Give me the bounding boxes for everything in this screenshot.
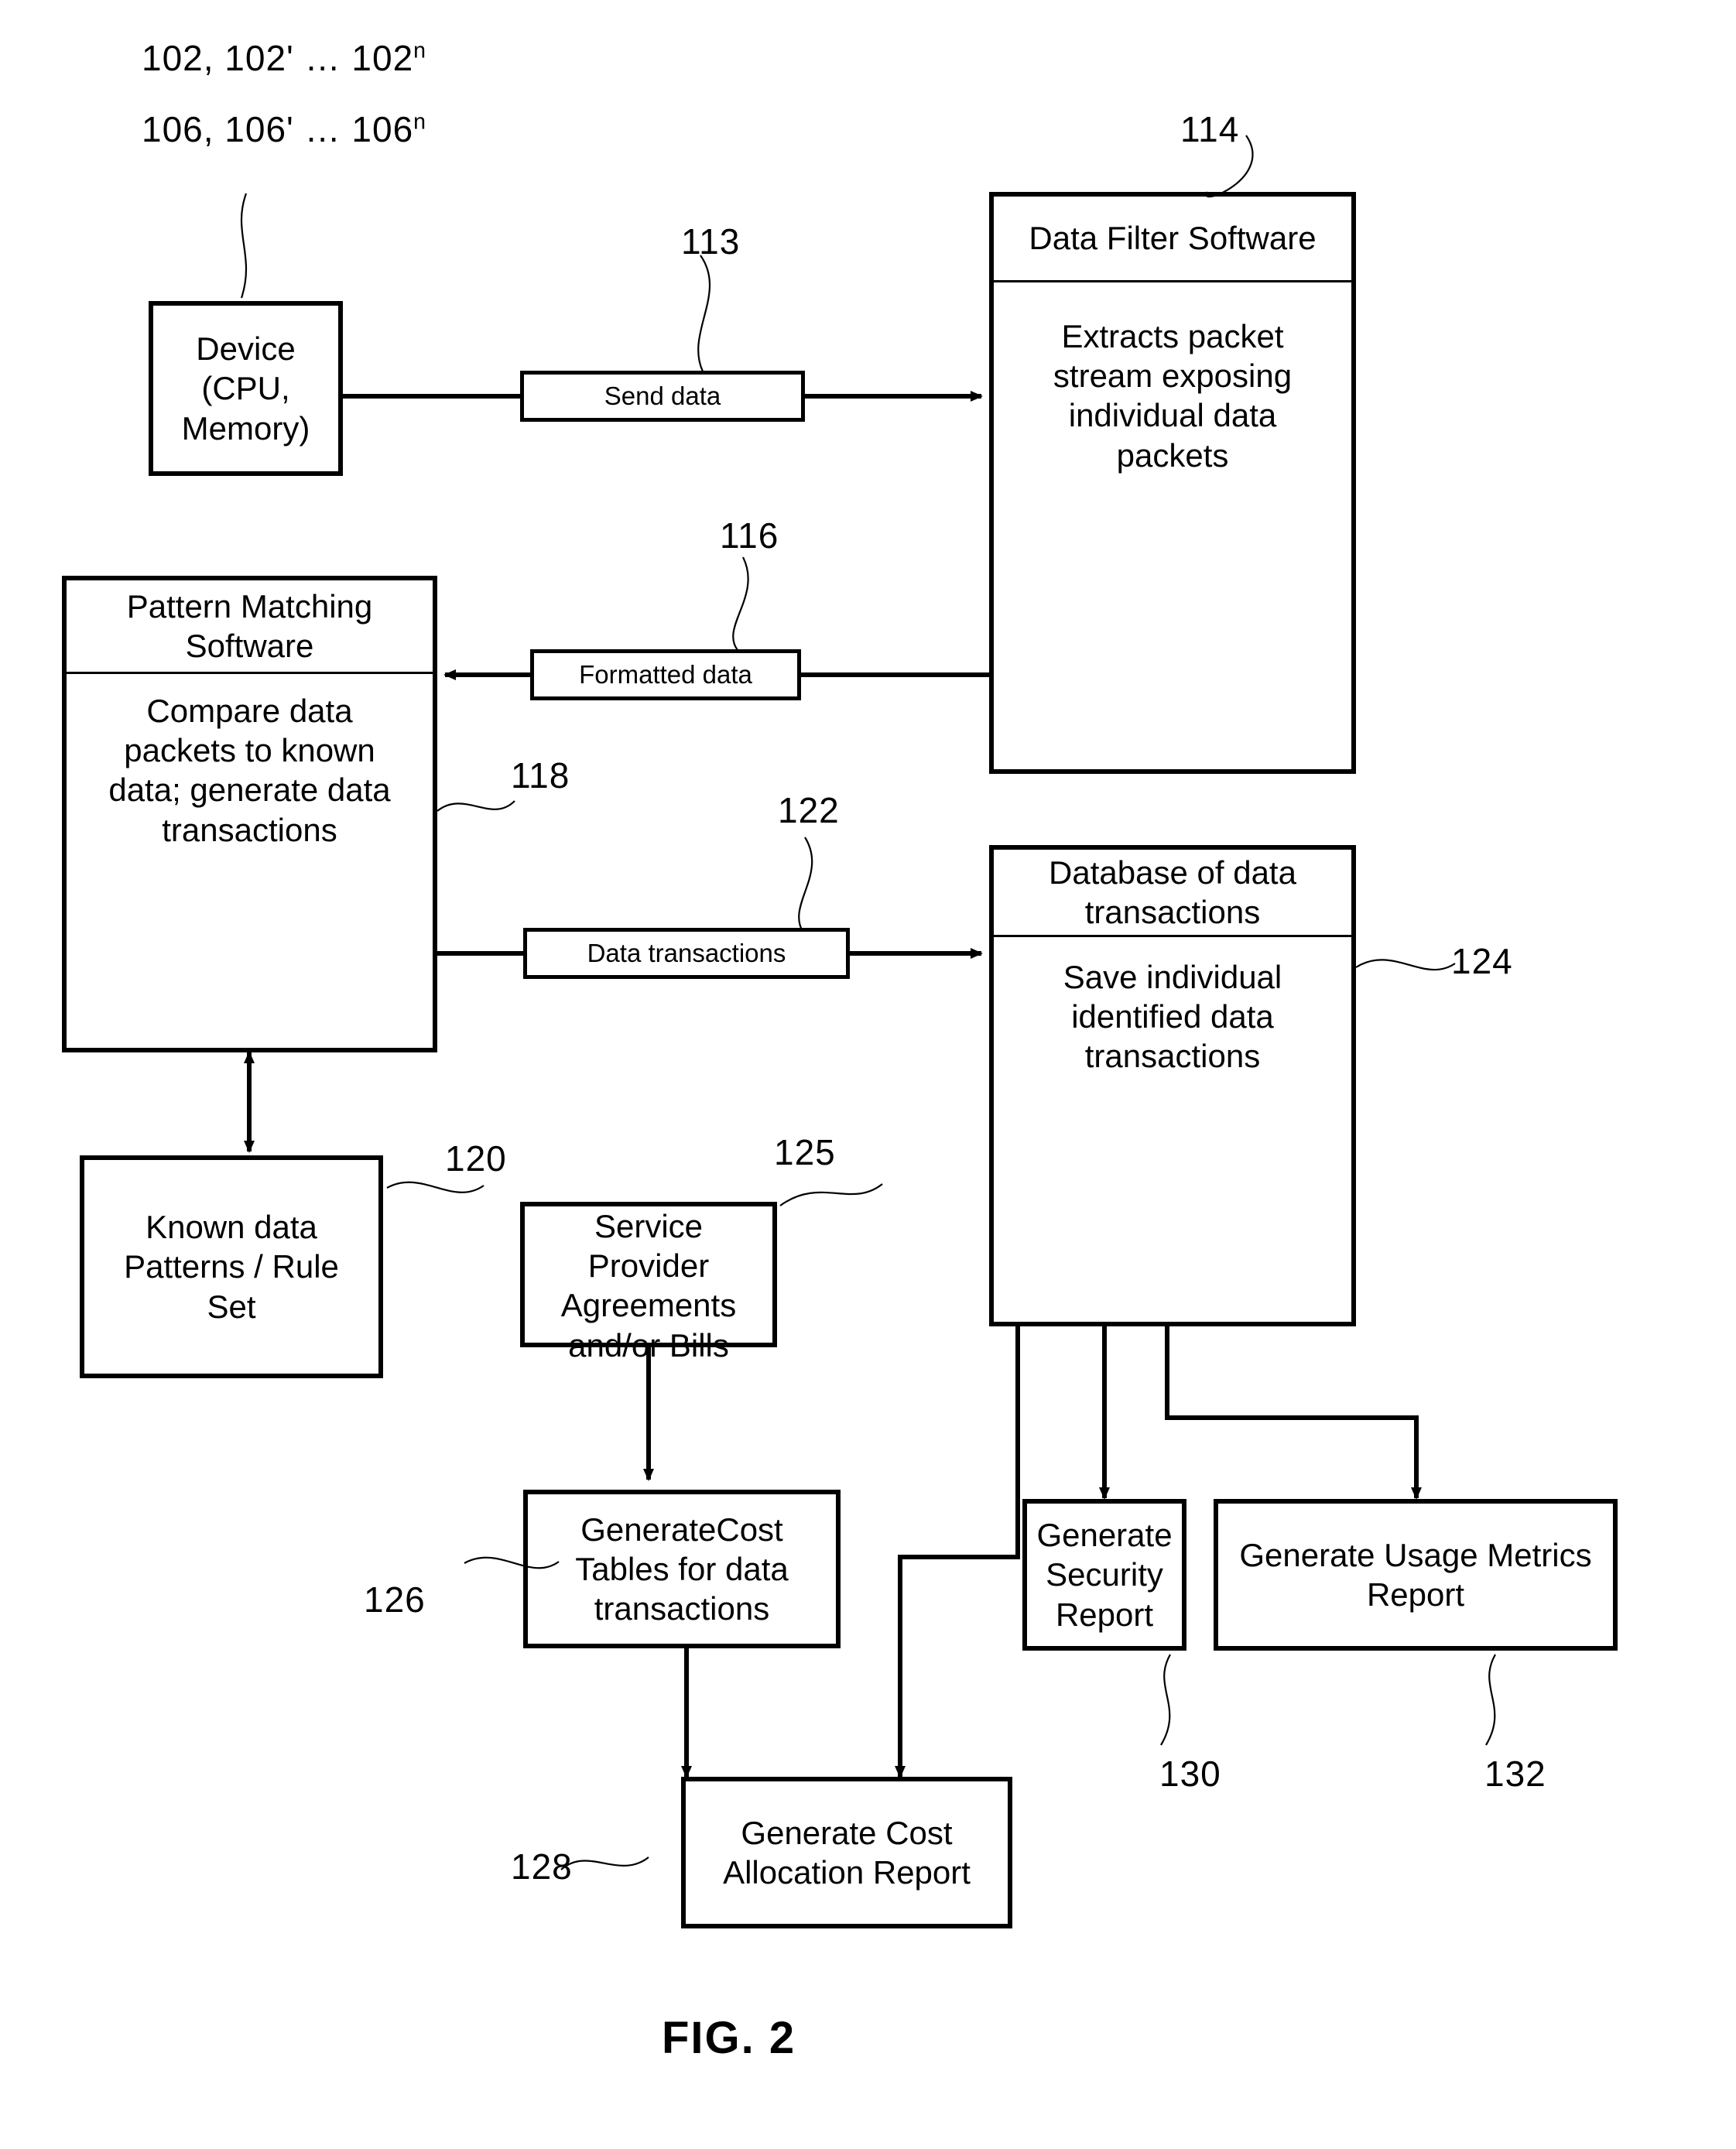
ref-numeral-125: 125 bbox=[774, 1132, 836, 1172]
node-device-label: Device (CPU, Memory) bbox=[153, 306, 338, 471]
node-generate-usage-metrics-report-label: Generate Usage Metrics Report bbox=[1239, 1536, 1592, 1613]
leader-130 bbox=[1160, 1654, 1171, 1746]
node-pattern-matching-body: Compare data packets to known data; gene… bbox=[67, 672, 433, 1048]
node-device-line2: (CPU, bbox=[201, 370, 290, 407]
node-generate-security-report-label: Generate Security Report bbox=[1036, 1517, 1173, 1633]
figure-caption: FIG. 2 bbox=[662, 2013, 796, 2063]
ref-102-superscript: n bbox=[413, 38, 427, 63]
node-generate-cost-allocation-report-label: Generate Cost Allocation Report bbox=[723, 1814, 971, 1891]
node-device-line1: Device bbox=[196, 330, 296, 368]
node-pattern-matching-software[interactable]: Pattern Matching Software Compare data p… bbox=[62, 576, 437, 1052]
ref-numeral-106: 106, 106' … 106n bbox=[142, 108, 426, 150]
ref-numeral-132: 132 bbox=[1484, 1754, 1546, 1794]
node-database-body: Save individual identified data transact… bbox=[994, 935, 1351, 1322]
node-data-filter-software[interactable]: Data Filter Software Extracts packet str… bbox=[989, 192, 1356, 774]
node-known-data-label: Known data Patterns / Rule Set bbox=[124, 1209, 339, 1325]
ref-numeral-128: 128 bbox=[511, 1846, 573, 1887]
leader-116 bbox=[732, 556, 749, 651]
ref-numeral-122: 122 bbox=[778, 790, 840, 830]
leader-113 bbox=[697, 255, 710, 372]
connector-label-formatted-data: Formatted data bbox=[530, 649, 801, 700]
ref-numeral-130: 130 bbox=[1159, 1754, 1221, 1794]
node-generate-cost-tables[interactable]: GenerateCost Tables for data transaction… bbox=[523, 1490, 841, 1648]
node-data-filter-title: Data Filter Software bbox=[1029, 220, 1317, 257]
node-database-of-data-transactions[interactable]: Database of data transactions Save indiv… bbox=[989, 845, 1356, 1326]
leader-125 bbox=[779, 1183, 883, 1206]
patent-figure-sheet: 102, 102' … 102n 106, 106' … 106n 113 11… bbox=[0, 0, 1736, 2149]
node-device-line3: Memory) bbox=[181, 409, 310, 447]
ref-numeral-124: 124 bbox=[1451, 941, 1513, 981]
wire-database-to-cost-allocation bbox=[895, 1326, 1020, 1778]
connector-label-data-transactions: Data transactions bbox=[523, 928, 850, 979]
node-pattern-matching-title: Pattern Matching Software bbox=[126, 587, 373, 664]
node-generate-cost-allocation-report[interactable]: Generate Cost Allocation Report bbox=[681, 1777, 1012, 1928]
leader-132 bbox=[1485, 1654, 1496, 1746]
node-database-title: Database of data transactions bbox=[1049, 854, 1296, 930]
leader-128 bbox=[560, 1856, 649, 1870]
ref-106-superscript: n bbox=[413, 109, 427, 135]
leader-102-106 bbox=[240, 193, 248, 299]
node-generate-usage-metrics-report[interactable]: Generate Usage Metrics Report bbox=[1214, 1499, 1618, 1651]
ref-numeral-114: 114 bbox=[1180, 109, 1240, 149]
ref-numeral-126: 126 bbox=[364, 1579, 426, 1620]
ref-102-text: 102, 102' … 102 bbox=[142, 38, 414, 78]
leader-122 bbox=[798, 837, 813, 933]
ref-numeral-116: 116 bbox=[720, 515, 779, 556]
leader-124 bbox=[1355, 959, 1456, 971]
connector-label-send-data: Send data bbox=[520, 371, 805, 422]
leader-120 bbox=[386, 1181, 485, 1193]
leader-118 bbox=[437, 800, 515, 812]
node-service-provider-label: Service Provider Agreements and/or Bills bbox=[560, 1208, 737, 1364]
ref-numeral-120: 120 bbox=[445, 1138, 507, 1179]
ref-numeral-102: 102, 102' … 102n bbox=[142, 37, 426, 79]
node-device[interactable]: Device (CPU, Memory) bbox=[149, 301, 343, 476]
node-generate-cost-tables-label: GenerateCost Tables for data transaction… bbox=[575, 1511, 789, 1627]
ref-numeral-118: 118 bbox=[511, 755, 570, 796]
ref-numeral-113: 113 bbox=[681, 221, 741, 262]
node-generate-security-report[interactable]: Generate Security Report bbox=[1022, 1499, 1186, 1651]
ref-106-text: 106, 106' … 106 bbox=[142, 109, 414, 149]
node-service-provider-agreements[interactable]: Service Provider Agreements and/or Bills bbox=[520, 1202, 777, 1364]
node-data-filter-body: Extracts packet stream exposing individu… bbox=[994, 280, 1351, 769]
wire-database-to-usage-metrics-report bbox=[1165, 1326, 1422, 1500]
node-known-data-patterns[interactable]: Known data Patterns / Rule Set bbox=[80, 1155, 383, 1378]
